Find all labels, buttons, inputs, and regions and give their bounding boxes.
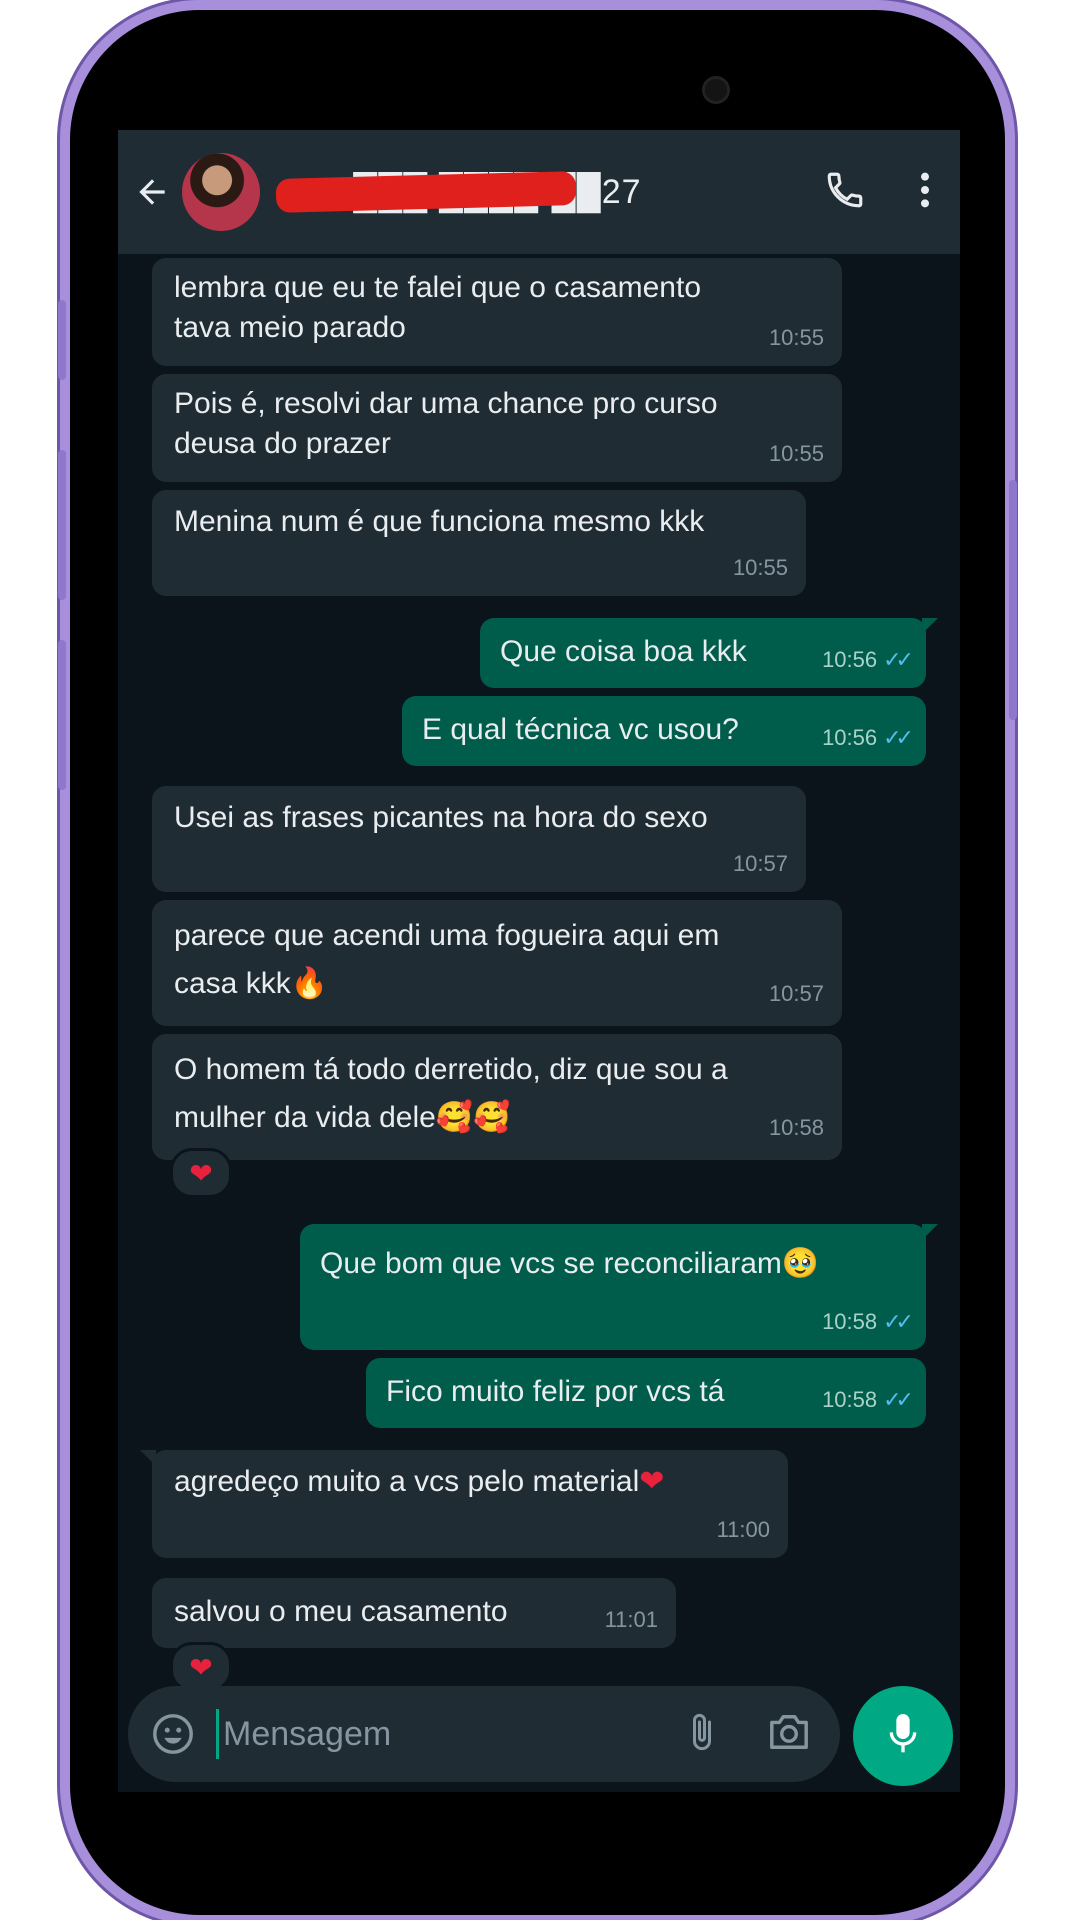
message-time: 10:58 [768,1115,824,1140]
message-time: 10:55 [732,555,788,580]
message-text: salvou o meu casamento [174,1595,508,1628]
message-text: E qual técnica vc usou? [422,713,739,746]
message-time: 11:01 [604,1607,658,1632]
message-input-bar [128,1686,840,1782]
message-incoming[interactable]: parece que acendi uma fogueira aqui em c… [152,900,842,1026]
message-incoming[interactable]: lembra que eu te falei que o casamento t… [152,258,842,366]
camera-icon[interactable] [766,1711,812,1758]
contact-number[interactable]: +55 ███ ████-██27 [275,170,642,213]
message-outgoing[interactable]: Que coisa boa kkk 10:56 ✓✓ [480,618,938,688]
message-text: Que coisa boa kkk [500,635,747,668]
message-text: agredeço muito a vcs pelo material [174,1465,640,1498]
double-check-icon: ✓✓ [883,1309,914,1334]
power-button-right [1009,480,1017,720]
heart-emoji: ❤ [639,1464,665,1499]
front-camera [702,76,730,104]
message-incoming[interactable]: O homem tá todo derretido, diz que sou a… [152,1034,842,1160]
redaction-scribble [275,170,577,213]
chat-messages[interactable]: lembra que eu te falei que o casamento t… [118,254,960,1692]
message-text: Que bom que vcs se reconciliaram [320,1247,782,1280]
chat-header: +55 ███ ████-██27 [118,130,960,254]
bubble-tail [922,618,938,634]
double-check-icon: ✓✓ [883,725,914,750]
emoji-icon[interactable] [148,1709,198,1759]
smiling-hearts-emoji: 🥰🥰 [435,1100,511,1135]
volume-button-left-2 [58,450,66,600]
side-button-left-3 [58,640,66,790]
message-incoming[interactable]: salvou o meu casamento 11:01 [152,1578,676,1648]
message-time: 10:55 [768,441,824,466]
message-incoming[interactable]: Usei as frases picantes na hora do sexo … [152,786,806,892]
message-incoming[interactable]: Menina num é que funciona mesmo kkk 10:5… [152,490,806,596]
message-input[interactable] [216,1709,645,1759]
heart-icon: ❤ [189,1650,213,1684]
message-text: Pois é, resolvi dar uma chance pro curso [174,387,718,420]
message-time: 10:57 [732,851,788,876]
message-time: 11:00 [716,1517,770,1542]
message-time: 10:57 [768,981,824,1006]
bubble-tail [140,1450,156,1466]
message-text: Menina num é que funciona mesmo kkk [174,505,705,538]
heart-reaction[interactable]: ❤ [170,1642,232,1692]
pleading-face-emoji: 🥹 [781,1246,820,1281]
volume-button-left [58,300,66,380]
phone-icon[interactable] [824,169,866,216]
message-outgoing[interactable]: Que bom que vcs se reconciliaram🥹 10:58 ✓… [300,1224,938,1350]
bubble-tail [922,1224,938,1240]
message-time: 10:58 [822,1309,878,1334]
mic-button[interactable] [853,1686,953,1786]
message-outgoing[interactable]: Fico muito feliz por vcs tá 10:58 ✓✓ [366,1358,926,1428]
message-incoming[interactable]: Pois é, resolvi dar uma chance pro curso… [152,374,842,482]
mic-icon [883,1710,923,1763]
message-text: Usei as frases picantes na hora do sexo [174,801,708,834]
whatsapp-screen: +55 ███ ████-██27 lembra que eu te falei… [118,130,960,1792]
message-text: lembra que eu te falei que o casamento [174,271,702,304]
message-time: 10:55 [768,325,824,350]
double-check-icon: ✓✓ [883,647,914,672]
double-check-icon: ✓✓ [883,1387,914,1412]
message-text: tava meio parado [174,311,406,344]
message-text: deusa do prazer [174,427,391,460]
message-text: parece que acendi uma fogueira aqui em [174,919,720,952]
more-vert-icon[interactable] [918,170,932,215]
message-text: mulher da vida dele [174,1101,436,1134]
message-incoming[interactable]: agredeço muito a vcs pelo material❤ 11:0… [140,1450,788,1558]
message-time: 10:58 [822,1387,878,1412]
message-text: Fico muito feliz por vcs tá [386,1375,725,1408]
message-text: casa kkk [174,967,291,1000]
message-time: 10:56 [822,647,878,672]
back-arrow-icon[interactable] [132,172,172,212]
message-text: O homem tá todo derretido, diz que sou a [174,1053,728,1086]
attach-icon[interactable] [682,1710,722,1759]
fire-emoji: 🔥 [290,966,329,1001]
heart-reaction[interactable]: ❤ [170,1148,232,1198]
message-time: 10:56 [822,725,878,750]
message-outgoing[interactable]: E qual técnica vc usou? 10:56 ✓✓ [402,696,926,766]
heart-icon: ❤ [189,1156,213,1190]
contact-avatar[interactable] [182,153,260,231]
